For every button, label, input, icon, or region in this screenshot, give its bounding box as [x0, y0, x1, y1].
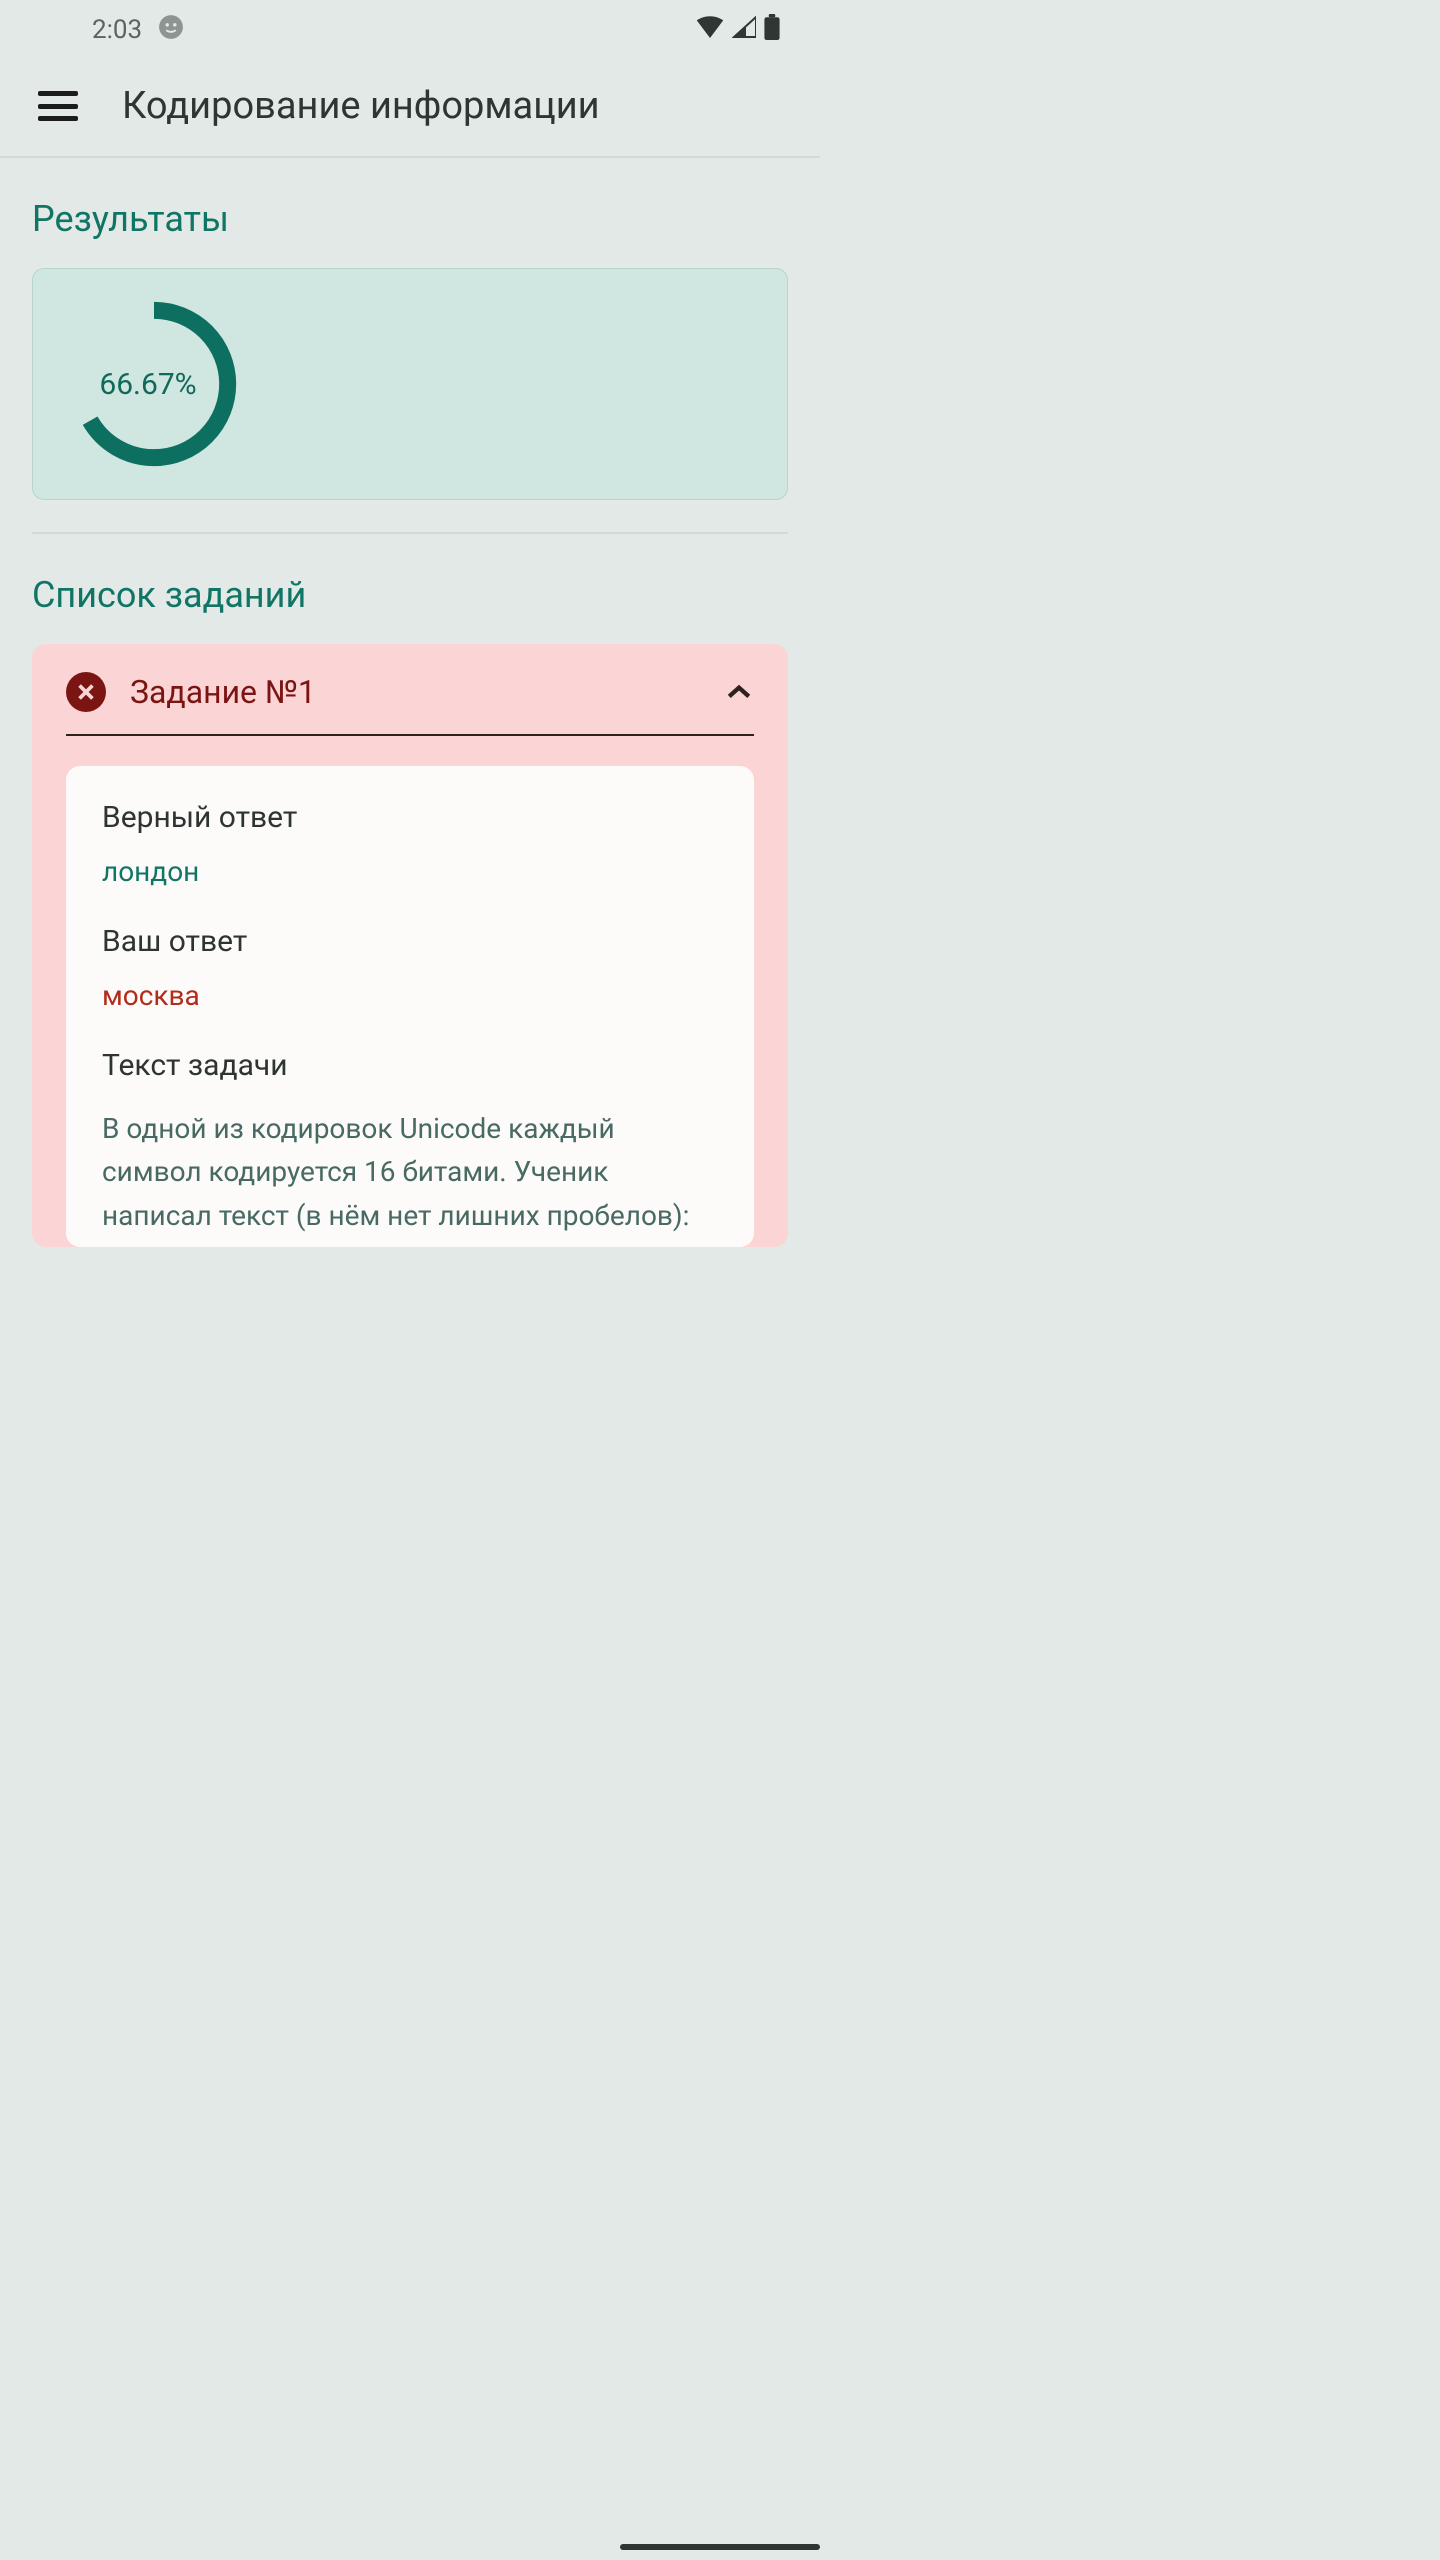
answer-card: Верный ответ лондон Ваш ответ москва Тек…	[66, 766, 754, 1247]
face-icon	[158, 14, 184, 47]
page-title: Кодирование информации	[122, 84, 600, 128]
tasks-heading: Список заданий	[32, 574, 788, 616]
results-heading: Результаты	[32, 198, 788, 240]
wifi-icon	[696, 15, 724, 45]
correct-answer-label: Верный ответ	[102, 800, 718, 835]
results-card: 66.67%	[32, 268, 788, 500]
status-left: 2:03	[92, 14, 184, 47]
progress-percent-label: 66.67%	[63, 299, 233, 469]
correct-answer-value: лондон	[102, 855, 718, 888]
section-divider	[32, 532, 788, 534]
user-answer-label: Ваш ответ	[102, 924, 718, 959]
cell-signal-icon	[732, 15, 756, 45]
progress-ring: 66.67%	[69, 299, 239, 469]
home-indicator[interactable]	[620, 2544, 820, 2550]
status-right	[696, 14, 780, 47]
task-card: Задание №1 Верный ответ лондон Ваш ответ…	[32, 644, 788, 1247]
battery-icon	[764, 14, 780, 47]
task-header[interactable]: Задание №1	[66, 672, 754, 736]
status-time: 2:03	[92, 15, 142, 45]
incorrect-icon	[66, 672, 106, 712]
menu-button[interactable]	[38, 91, 78, 121]
status-bar: 2:03	[0, 0, 820, 60]
task-title: Задание №1	[130, 673, 700, 711]
app-bar: Кодирование информации	[0, 60, 820, 158]
chevron-up-icon[interactable]	[724, 677, 754, 707]
user-answer-value: москва	[102, 979, 718, 1012]
task-text-body: В одной из кодировок Unicode каждый симв…	[102, 1107, 718, 1237]
task-text-label: Текст задачи	[102, 1048, 718, 1083]
